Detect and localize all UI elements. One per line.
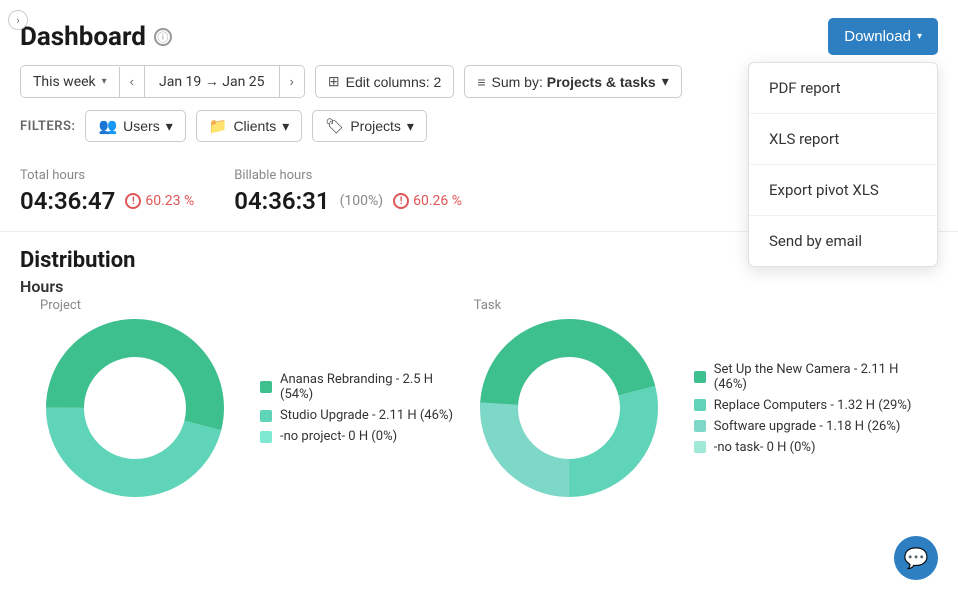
project-donut-chart: [40, 313, 230, 503]
users-filter-label: Users: [123, 118, 160, 134]
pdf-report-item[interactable]: PDF report: [749, 63, 937, 114]
legend-dot: [694, 441, 706, 453]
legend-dot: [260, 381, 272, 393]
download-dropdown-menu: PDF report XLS report Export pivot XLS S…: [748, 62, 938, 267]
total-hours-label: Total hours: [20, 168, 194, 183]
legend-dot: [694, 399, 706, 411]
task-chart-legend: Set Up the New Camera - 2.11 H (46%) Rep…: [694, 362, 918, 455]
projects-filter-button[interactable]: 🏷 Projects ▾: [312, 110, 427, 142]
filters-label: FILTERS:: [20, 119, 75, 134]
period-label[interactable]: This week ▾: [21, 67, 120, 97]
chevron-down-icon: ▾: [917, 31, 922, 42]
columns-icon: ⊞: [328, 73, 340, 90]
legend-item: -no project- 0 H (0%): [260, 429, 454, 444]
sum-by-label: Sum by: Projects & tasks: [492, 74, 656, 90]
page-title: Dashboard: [20, 22, 146, 52]
projects-filter-chevron: ▾: [407, 118, 414, 135]
chat-bubble-button[interactable]: 💬: [894, 536, 938, 580]
period-nav: ‹ Jan 19 → Jan 25 ›: [120, 66, 304, 97]
legend-dot: [260, 431, 272, 443]
info-icon[interactable]: ⓘ: [154, 28, 172, 46]
layers-icon: ≡: [477, 74, 485, 90]
users-icon: 👥: [98, 117, 117, 135]
task-donut-chart: [474, 313, 664, 503]
legend-label: Set Up the New Camera - 2.11 H (46%): [714, 362, 918, 392]
legend-item: -no task- 0 H (0%): [694, 440, 918, 455]
charts-row: Project Ananas Re: [20, 298, 938, 503]
distribution-section: Distribution Hours Project: [0, 232, 958, 503]
legend-item: Studio Upgrade - 2.11 H (46%): [260, 408, 454, 423]
task-chart-container: Set Up the New Camera - 2.11 H (46%) Rep…: [474, 313, 918, 503]
total-hours-pct: ! 60.23 %: [125, 193, 194, 209]
legend-item: Replace Computers - 1.32 H (29%): [694, 398, 918, 413]
billable-hours-value-row: 04:36:31 (100%) ! 60.26 %: [234, 187, 462, 215]
chat-icon: 💬: [904, 546, 929, 570]
clients-icon: 📁: [209, 117, 228, 135]
legend-label: -no task- 0 H (0%): [714, 440, 816, 455]
period-text: This week: [33, 74, 96, 90]
total-hours-value-row: 04:36:47 ! 60.23 %: [20, 187, 194, 215]
legend-label: Replace Computers - 1.32 H (29%): [714, 398, 912, 413]
download-label: Download: [844, 28, 911, 45]
download-button[interactable]: Download ▾: [828, 18, 938, 55]
xls-report-item[interactable]: XLS report: [749, 114, 937, 165]
project-chart-container: Ananas Rebranding - 2.5 H (54%) Studio U…: [40, 313, 454, 503]
billable-hours-note: (100%): [340, 193, 384, 209]
legend-item: Software upgrade - 1.18 H (26%): [694, 419, 918, 434]
edit-columns-button[interactable]: ⊞ Edit columns: 2: [315, 65, 454, 98]
clients-filter-chevron: ▾: [282, 118, 289, 135]
export-pivot-xls-item[interactable]: Export pivot XLS: [749, 165, 937, 216]
edit-columns-label: Edit columns: 2: [346, 74, 442, 90]
legend-item: Ananas Rebranding - 2.5 H (54%): [260, 372, 454, 402]
period-selector[interactable]: This week ▾ ‹ Jan 19 → Jan 25 ›: [20, 65, 305, 98]
back-button[interactable]: ›: [8, 10, 28, 30]
users-filter-button[interactable]: 👥 Users ▾: [85, 110, 185, 142]
task-chart-label: Task: [474, 298, 918, 313]
warn-icon: !: [125, 193, 141, 209]
clients-filter-button[interactable]: 📁 Clients ▾: [196, 110, 303, 142]
next-period-button[interactable]: ›: [280, 67, 304, 96]
sum-by-button[interactable]: ≡ Sum by: Projects & tasks ▾: [464, 65, 681, 98]
legend-dot: [694, 371, 706, 383]
legend-dot: [694, 420, 706, 432]
send-by-email-item[interactable]: Send by email: [749, 216, 937, 266]
billable-warn-icon: !: [393, 193, 409, 209]
prev-period-button[interactable]: ‹: [120, 67, 144, 96]
total-hours-value: 04:36:47: [20, 187, 115, 215]
users-filter-chevron: ▾: [166, 118, 173, 135]
clients-filter-label: Clients: [233, 118, 276, 134]
projects-filter-label: Projects: [350, 118, 401, 134]
projects-icon: 🏷: [325, 117, 344, 135]
billable-hours-pct-value: 60.26 %: [413, 193, 462, 209]
billable-hours-pct: ! 60.26 %: [393, 193, 462, 209]
legend-dot: [260, 410, 272, 422]
legend-label: -no project- 0 H (0%): [280, 429, 397, 444]
legend-item: Set Up the New Camera - 2.11 H (46%): [694, 362, 918, 392]
sum-by-chevron-icon: ▾: [662, 73, 669, 90]
header: Dashboard ⓘ Download ▾: [0, 0, 958, 65]
project-chart-label: Project: [40, 298, 454, 313]
legend-label: Studio Upgrade - 2.11 H (46%): [280, 408, 453, 423]
legend-label: Software upgrade - 1.18 H (26%): [714, 419, 901, 434]
total-hours-block: Total hours 04:36:47 ! 60.23 %: [20, 168, 194, 215]
header-left: Dashboard ⓘ: [20, 22, 172, 52]
billable-hours-label: Billable hours: [234, 168, 462, 183]
period-dropdown-icon: ▾: [102, 76, 107, 87]
total-hours-pct-value: 60.23 %: [145, 193, 194, 209]
billable-hours-value: 04:36:31: [234, 187, 329, 215]
legend-label: Ananas Rebranding - 2.5 H (54%): [280, 372, 454, 402]
billable-hours-block: Billable hours 04:36:31 (100%) ! 60.26 %: [234, 168, 462, 215]
period-range: Jan 19 → Jan 25: [144, 66, 280, 97]
project-chart-legend: Ananas Rebranding - 2.5 H (54%) Studio U…: [260, 372, 454, 444]
hours-label: Hours: [20, 277, 938, 296]
